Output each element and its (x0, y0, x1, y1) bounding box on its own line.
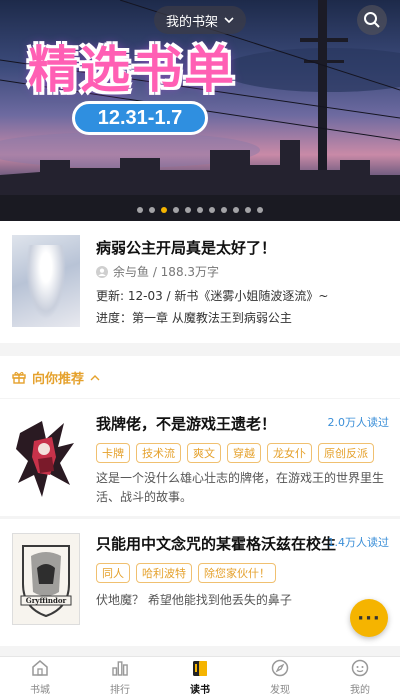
carousel-dot[interactable] (137, 207, 143, 213)
search-icon (364, 12, 380, 28)
bar-chart-icon (112, 661, 128, 676)
user-icon (96, 265, 108, 278)
reader-count: 1.4万人读过 (327, 536, 390, 549)
book-icon (193, 661, 207, 676)
book-tag[interactable]: 哈利波特 (136, 563, 192, 583)
bookshelf-label: 我的书架 (165, 14, 218, 30)
author-word-count: 余与鱼 / 188.3万字 (113, 265, 220, 279)
book-cover-art (13, 534, 79, 624)
carousel-dot[interactable] (257, 207, 263, 213)
book-tag[interactable]: 穿越 (227, 443, 261, 463)
tab-bookstore[interactable]: 书城 (0, 657, 80, 698)
carousel-dot[interactable] (173, 207, 179, 213)
book-cover-art (12, 413, 80, 505)
book-description: 伏地魔？ 希望他能找到他丢失的鼻子 (96, 593, 292, 607)
tab-discover[interactable]: 发现 (240, 657, 320, 698)
reader-count: 2.0万人读过 (327, 416, 390, 429)
book-title[interactable]: 只能用中文念咒的某霍格沃兹在校生 (96, 533, 336, 554)
book-tags: 卡牌 技术流 爽文 穿越 龙女仆 原创反派 (96, 443, 374, 463)
banner-date-badge: 12.31-1.7 (72, 101, 208, 135)
chevron-down-icon (224, 16, 234, 23)
tab-label: 书城 (30, 685, 50, 696)
reading-author-line: 余与鱼 / 188.3万字 (96, 263, 219, 280)
book-tag[interactable]: 除您家伙什！ (198, 563, 276, 583)
book-cover[interactable] (12, 235, 80, 327)
carousel-dot[interactable] (209, 207, 215, 213)
book-tag[interactable]: 原创反派 (318, 443, 374, 463)
tab-profile[interactable]: 我的 (320, 657, 400, 698)
carousel-dot[interactable] (185, 207, 191, 213)
gift-icon (12, 371, 26, 384)
tab-ranking[interactable]: 排行 (80, 657, 160, 698)
book-description: 这是一个没什么雄心壮志的牌佬，在游戏王的世界里生活、战斗的故事。 (96, 471, 385, 504)
reading-book-title[interactable]: 病弱公主开局真是太好了！ (96, 237, 276, 258)
book-tag[interactable]: 卡牌 (96, 443, 130, 463)
book-cover[interactable]: Gryffindor (12, 533, 80, 625)
tab-label: 读书 (190, 685, 210, 696)
more-actions-fab[interactable]: ··· (350, 599, 388, 637)
banner-title: 精选书单 (28, 41, 236, 99)
recommended-book-item[interactable]: 我牌佬，不是游戏王遗老！ 2.0万人读过 卡牌 技术流 爽文 穿越 龙女仆 原创… (0, 399, 400, 516)
bottom-tab-bar: 书城 排行 读书 发现 我的 (0, 656, 400, 698)
compass-icon (271, 659, 289, 677)
tab-label: 发现 (270, 685, 290, 696)
carousel-dot-active[interactable] (161, 207, 167, 213)
book-tag[interactable]: 爽文 (187, 443, 221, 463)
book-title[interactable]: 我牌佬，不是游戏王遗老！ (96, 413, 276, 434)
tab-label: 排行 (110, 685, 130, 696)
carousel-dot[interactable] (233, 207, 239, 213)
search-button[interactable] (357, 5, 387, 35)
book-cover[interactable] (12, 413, 80, 505)
home-icon (32, 660, 48, 676)
book-tag[interactable]: 龙女仆 (267, 443, 312, 463)
carousel-indicator (0, 207, 400, 213)
carousel-dot[interactable] (245, 207, 251, 213)
carousel-dot[interactable] (197, 207, 203, 213)
recommended-book-item[interactable]: Gryffindor 只能用中文念咒的某霍格沃兹在校生 1.4万人读过 同人 哈… (0, 519, 400, 646)
carousel-dot[interactable] (221, 207, 227, 213)
featured-banner[interactable]: 我的书架 精选书单 12.31-1.7 (0, 0, 400, 221)
cover-crest-text: Gryffindor (25, 596, 67, 605)
continue-reading-card[interactable]: 病弱公主开局真是太好了！ 余与鱼 / 188.3万字 更新: 12-03 / 新… (0, 221, 400, 343)
carousel-dot[interactable] (149, 207, 155, 213)
profile-icon (351, 659, 369, 677)
recommend-header[interactable]: 向你推荐 (0, 356, 400, 398)
tab-reading[interactable]: 读书 (160, 657, 240, 698)
tab-label: 我的 (350, 685, 370, 696)
update-info: 更新: 12-03 / 新书《迷雾小姐随波逐流》~ (96, 289, 329, 303)
recommend-label: 向你推荐 (32, 371, 85, 387)
book-tag[interactable]: 技术流 (136, 443, 181, 463)
reading-progress: 进度：第一章 从魔教法王到病弱公主 (96, 311, 292, 325)
book-tags: 同人 哈利波特 除您家伙什！ (96, 563, 276, 583)
book-tag[interactable]: 同人 (96, 563, 130, 583)
chevron-up-icon[interactable] (90, 374, 100, 381)
